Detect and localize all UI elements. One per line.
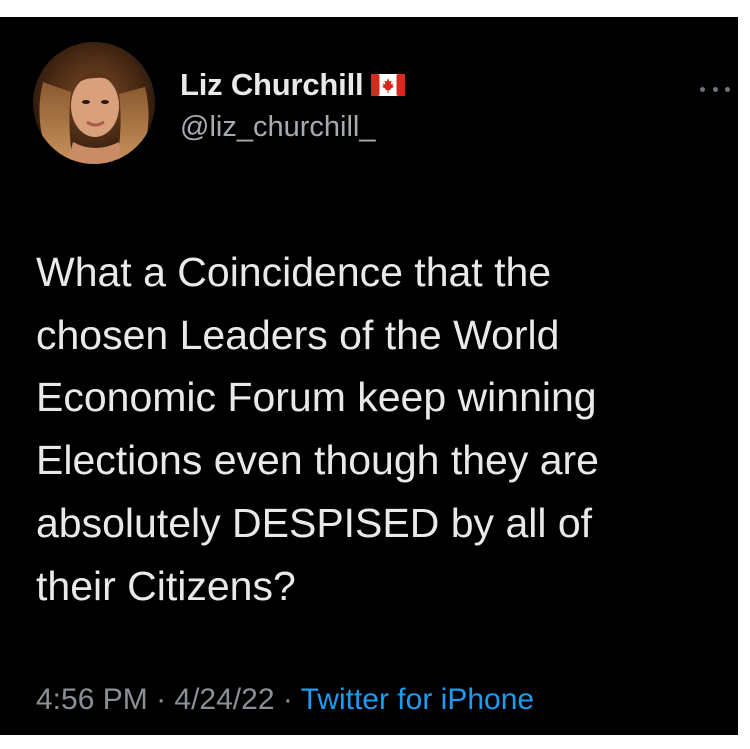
more-options-icon[interactable] xyxy=(700,81,730,97)
author-name-row[interactable]: Liz Churchill xyxy=(180,65,406,105)
tweet-time[interactable]: 4:56 PM xyxy=(36,683,148,716)
tweet-card: Liz Churchill @liz_churchill_ What a Coi… xyxy=(0,17,738,735)
tweet-date[interactable]: 4/24/22 xyxy=(174,683,274,716)
meta-separator: · xyxy=(147,683,175,716)
dot xyxy=(725,86,730,92)
author-handle[interactable]: @liz_churchill_ xyxy=(180,111,375,144)
canada-flag-icon xyxy=(371,74,406,96)
dot xyxy=(700,86,705,92)
tweet-text-line: Economic Forum keep winning xyxy=(36,374,597,421)
display-name[interactable]: Liz Churchill xyxy=(180,67,364,103)
tweet-text-line: absolutely DESPISED by all of xyxy=(36,499,593,546)
dot xyxy=(712,86,718,92)
tweet-source-link[interactable]: Twitter for iPhone xyxy=(301,683,534,716)
tweet-meta: 4:56 PM · 4/24/22 · Twitter for iPhone xyxy=(36,683,534,717)
tweet-text-line: Elections even though they are xyxy=(36,437,599,484)
tweet-text-line: What a Coincidence that the xyxy=(36,249,552,295)
tweet-text: What a Coincidence that the chosen Leade… xyxy=(36,241,726,617)
meta-separator: · xyxy=(274,683,301,716)
avatar-image xyxy=(33,42,155,164)
avatar[interactable] xyxy=(33,42,155,164)
tweet-text-line: their Citizens? xyxy=(36,562,296,609)
tweet-text-line: chosen Leaders of the World xyxy=(36,311,560,358)
